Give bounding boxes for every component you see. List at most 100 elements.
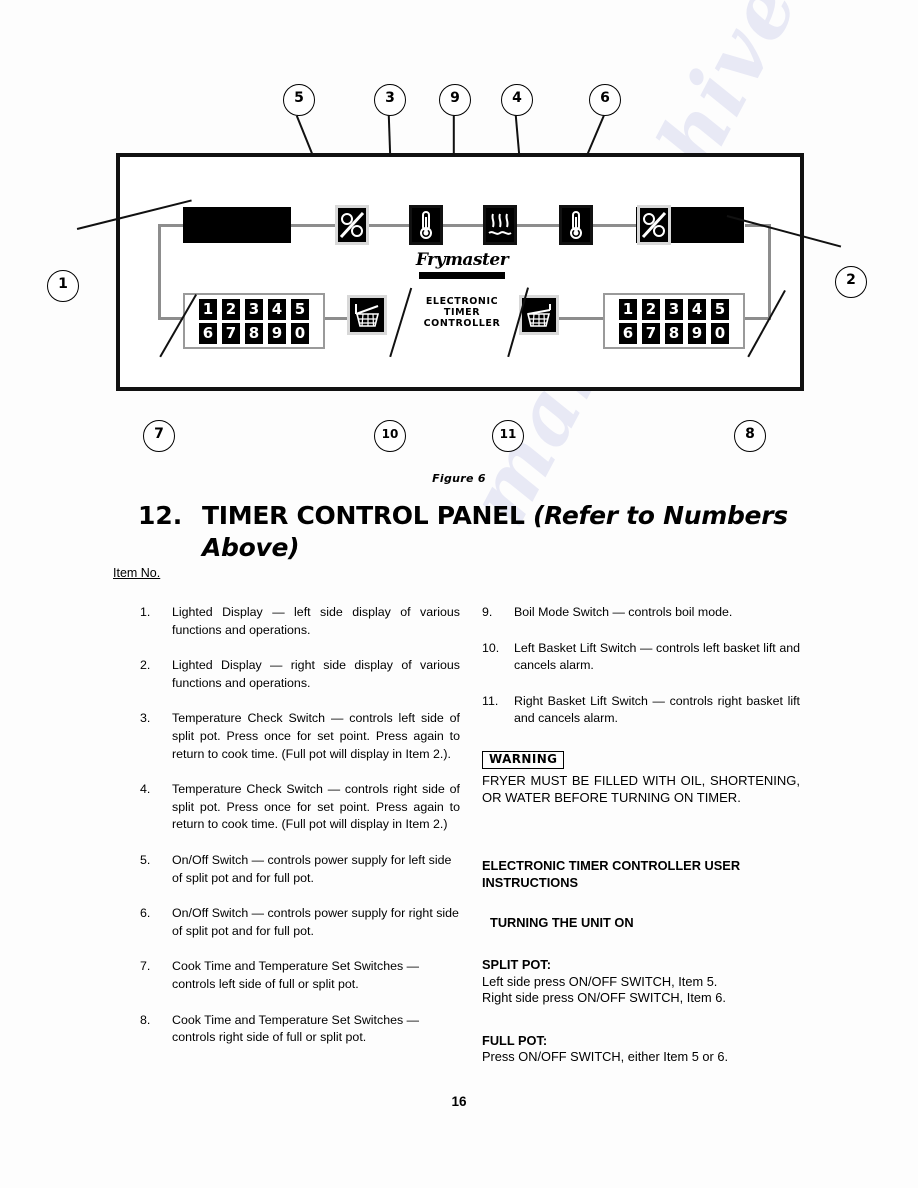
- temperature-check-switch-right[interactable]: [559, 205, 593, 245]
- wiring-trace: [369, 224, 409, 227]
- key-6[interactable]: 6: [199, 322, 217, 344]
- wiring-trace: [559, 317, 605, 320]
- keypad-right[interactable]: 1 2 3 4 5 6 7 8 9 0: [603, 293, 745, 349]
- list-item: 11. Right Basket Lift Switch — controls …: [482, 693, 800, 728]
- section-number: 12.: [138, 501, 183, 530]
- warning-text: FRYER MUST BE FILLED WITH OIL, SHORTENIN…: [482, 773, 800, 805]
- callout-5: 5: [283, 84, 315, 116]
- on-off-switch-icon: [339, 211, 365, 239]
- wiring-trace: [291, 224, 335, 227]
- key-8[interactable]: 8: [665, 322, 683, 344]
- instructions-subheading: TURNING THE UNIT ON: [490, 915, 634, 930]
- leader-line: [453, 115, 455, 156]
- list-item-text: Lighted Display — right side display of …: [172, 658, 460, 690]
- key-7[interactable]: 7: [642, 322, 660, 344]
- list-item-number: 11.: [482, 693, 499, 708]
- full-pot-line-1: Press ON/OFF SWITCH, either Item 5 or 6.: [482, 1049, 729, 1064]
- list-item-number: 2.: [140, 658, 151, 673]
- instructions-block: ELECTRONIC TIMER CONTROLLER USER INSTRUC…: [482, 858, 800, 1066]
- key-1[interactable]: 1: [619, 298, 637, 320]
- on-off-switch-left[interactable]: [335, 205, 369, 245]
- list-item-number: 8.: [140, 1012, 151, 1027]
- figure-timer-control-panel: 5 3 9 4 6 1 2 7 1 0 11 8 Frymaster ELECTR…: [0, 60, 918, 500]
- list-item-number: 3.: [140, 711, 151, 726]
- key-0[interactable]: 0: [291, 322, 309, 344]
- page-title: TIMER CONTROL PANEL (Refer to Numbers Ab…: [202, 500, 798, 564]
- list-item: 2. Lighted Display — right side display …: [140, 657, 460, 692]
- split-pot-line-2: Right side press ON/OFF SWITCH, Item 6.: [482, 990, 726, 1005]
- full-pot-block: FULL POT: Press ON/OFF SWITCH, either It…: [482, 1033, 800, 1066]
- keypad-row: 6 7 8 9 0: [199, 322, 309, 344]
- split-pot-line-1: Left side press ON/OFF SWITCH, Item 5.: [482, 973, 718, 989]
- list-item-text: Temperature Check Switch — controls left…: [172, 711, 460, 761]
- list-item-number: 4.: [140, 782, 151, 797]
- basket-lift-icon: [355, 304, 380, 327]
- list-item-number: 5.: [140, 852, 151, 867]
- list-item: 4. Temperature Check Switch — controls r…: [140, 781, 460, 834]
- items-column-left: 1. Lighted Display — left side display o…: [140, 604, 460, 1065]
- brand-subtitle-line2: TIMER: [443, 307, 481, 318]
- on-off-switch-right[interactable]: [637, 205, 671, 245]
- wiring-trace: [158, 224, 161, 320]
- section-heading: 12. TIMER CONTROL PANEL (Refer to Number…: [138, 500, 798, 564]
- list-item-number: 6.: [140, 906, 151, 921]
- full-pot-title: FULL POT:: [482, 1032, 548, 1048]
- key-4[interactable]: 4: [688, 298, 706, 320]
- item-no-label: Item No.: [113, 566, 161, 580]
- callout-2: 2: [835, 266, 867, 298]
- leader-line: [388, 115, 392, 156]
- callout-9: 9: [439, 84, 471, 116]
- key-4[interactable]: 4: [268, 298, 286, 320]
- boil-mode-switch[interactable]: [483, 205, 517, 245]
- leader-line: [296, 115, 314, 156]
- callout-4: 4: [501, 84, 533, 116]
- key-3[interactable]: 3: [665, 298, 683, 320]
- list-item: 9. Boil Mode Switch — controls boil mode…: [482, 604, 800, 622]
- brand-subtitle-line1: ELECTRONIC: [425, 296, 499, 307]
- section-title-plain: TIMER CONTROL PANEL: [202, 501, 533, 530]
- wiring-trace: [593, 224, 637, 227]
- brand-block: Frymaster ELECTRONIC TIMER CONTROLLER: [392, 252, 532, 330]
- key-8[interactable]: 8: [245, 322, 263, 344]
- control-panel-enclosure: Frymaster ELECTRONIC TIMER CONTROLLER 1 …: [116, 153, 804, 391]
- callout-1: 1: [47, 270, 79, 302]
- list-item-text: On/Off Switch — controls power supply fo…: [172, 852, 452, 885]
- wiring-trace: [325, 317, 349, 320]
- keypad-left[interactable]: 1 2 3 4 5 6 7 8 9 0: [183, 293, 325, 349]
- callout-11: 11: [492, 420, 524, 452]
- key-2[interactable]: 2: [642, 298, 660, 320]
- warning-badge: WARNING: [482, 751, 565, 769]
- basket-lift-icon: [526, 304, 551, 327]
- list-item-text: Right Basket Lift Switch — controls righ…: [514, 693, 800, 726]
- key-1[interactable]: 1: [199, 298, 217, 320]
- key-6[interactable]: 6: [619, 322, 637, 344]
- key-7[interactable]: 7: [222, 322, 240, 344]
- list-item-text: Cook Time and Temperature Set Switches —…: [172, 959, 420, 991]
- basket-lift-switch-right[interactable]: [519, 295, 559, 335]
- basket-lift-switch-left[interactable]: [347, 295, 387, 335]
- key-9[interactable]: 9: [268, 322, 286, 344]
- list-item: 6. On/Off Switch — controls power supply…: [140, 905, 460, 940]
- document-page: manualshive.com 5 3 9 4 6 1 2 7 10 11 8: [0, 0, 918, 1188]
- keypad-row: 1 2 3 4 5: [619, 298, 729, 320]
- key-5[interactable]: 5: [711, 298, 729, 320]
- temperature-check-switch-left[interactable]: [409, 205, 443, 245]
- list-item-text: On/Off Switch — controls power supply fo…: [172, 906, 459, 938]
- split-pot-title: SPLIT POT:: [482, 957, 551, 972]
- key-5[interactable]: 5: [291, 298, 309, 320]
- key-2[interactable]: 2: [222, 298, 240, 320]
- brand-subtitle-line3: CONTROLLER: [423, 318, 501, 329]
- key-9[interactable]: 9: [688, 322, 706, 344]
- list-item: 5. On/Off Switch — controls power supply…: [140, 852, 460, 887]
- leader-line: [586, 115, 605, 157]
- brand-subtitle: ELECTRONIC TIMER CONTROLLER: [392, 296, 532, 329]
- key-3[interactable]: 3: [245, 298, 263, 320]
- brand-underline-bar: [419, 272, 505, 279]
- wiring-trace: [158, 224, 184, 227]
- keypad-row: 6 7 8 9 0: [619, 322, 729, 344]
- lighted-display-left: [183, 207, 291, 243]
- key-0[interactable]: 0: [711, 322, 729, 344]
- list-item-text: Boil Mode Switch — controls boil mode.: [514, 605, 733, 619]
- list-item-text: Cook Time and Temperature Set Switches —…: [172, 1012, 420, 1045]
- list-item: 8. Cook Time and Temperature Set Switche…: [140, 1012, 460, 1047]
